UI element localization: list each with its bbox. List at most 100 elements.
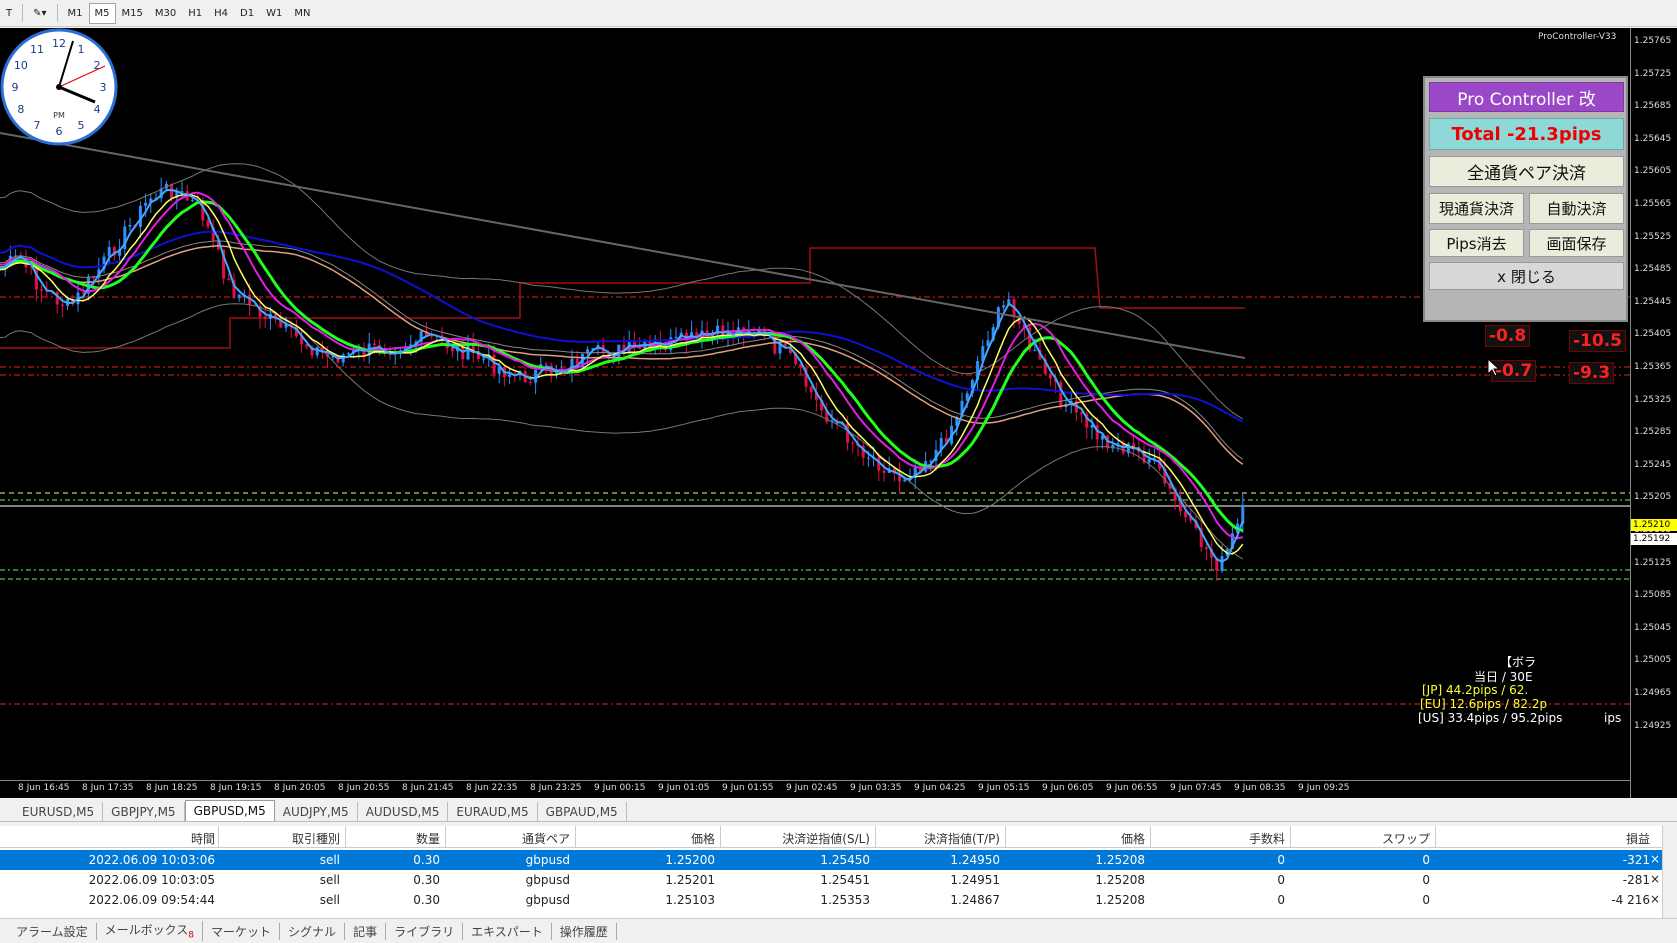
- table-cell: -281: [1622, 873, 1650, 887]
- terminal-tab-label: 記事: [353, 924, 378, 939]
- column-header[interactable]: 時間: [191, 830, 215, 847]
- column-separator[interactable]: [1435, 826, 1436, 848]
- clock-numeral: 1: [78, 43, 85, 56]
- price-tick-label: 1.25365: [1634, 362, 1672, 372]
- chart-tab-audusd-m5[interactable]: AUDUSD,M5: [358, 802, 449, 821]
- column-separator[interactable]: [445, 826, 446, 848]
- timeframe-m30-button[interactable]: M30: [149, 3, 182, 24]
- chart-tab-gbpjpy-m5[interactable]: GBPJPY,M5: [103, 802, 185, 821]
- terminal-tab-label: シグナル: [288, 924, 337, 939]
- terminal-tab[interactable]: 記事: [345, 922, 387, 940]
- timeframe-m15-button[interactable]: M15: [116, 3, 149, 24]
- terminal-tab[interactable]: ライブラリ: [386, 922, 464, 940]
- column-separator[interactable]: [1290, 826, 1291, 848]
- candle-body: [450, 348, 454, 352]
- table-header: 時間 取引種別 数量 通貨ペア 価格 決済逆指値(S/L) 決済指値(T/P) 価格 手数料 スワ…: [0, 826, 1662, 848]
- close-current-pair-button[interactable]: 現通貨決済: [1429, 193, 1524, 224]
- table-row[interactable]: 2022.06.09 10:03:06 sell 0.30 gbpusd 1.25200…: [0, 850, 1662, 870]
- column-header[interactable]: 損益: [1626, 830, 1650, 847]
- clock-numeral: 12: [52, 37, 66, 50]
- ma-blue-line: [0, 230, 1244, 423]
- column-header[interactable]: 決済指値(T/P): [924, 830, 1000, 847]
- time-tick-label: 8 Jun 17:35: [82, 783, 134, 793]
- close-panel-button[interactable]: x 閉じる: [1429, 262, 1624, 290]
- chart-tab-euraud-m5[interactable]: EURAUD,M5: [448, 802, 538, 821]
- clear-pips-button[interactable]: Pips消去: [1429, 229, 1524, 257]
- close-position-icon[interactable]: ×: [1650, 852, 1660, 866]
- column-separator[interactable]: [345, 826, 346, 848]
- chart-tabs: EURUSD,M5 GBPJPY,M5 GBPUSD,M5 AUDJPY,M5 AUDU…: [0, 800, 1677, 822]
- close-position-icon[interactable]: ×: [1650, 872, 1660, 886]
- clock-numeral: 7: [34, 119, 41, 132]
- clock-numeral: 4: [94, 103, 101, 116]
- timeframe-d1-button[interactable]: D1: [234, 3, 260, 24]
- candle-body: [528, 381, 532, 383]
- price-tick-label: 1.25725: [1634, 68, 1672, 79]
- timeframe-h1-button[interactable]: H1: [182, 3, 208, 24]
- clock-numeral: 9: [12, 81, 19, 94]
- table-cell: 0: [1277, 893, 1285, 907]
- column-header[interactable]: 通貨ペア: [522, 830, 570, 847]
- column-header[interactable]: 決済逆指値(S/L): [782, 830, 870, 847]
- table-cell: 1.25103: [665, 893, 715, 907]
- terminal-tab-label: メールボックス: [104, 923, 189, 938]
- column-header[interactable]: 手数料: [1249, 830, 1285, 847]
- terminal-tab[interactable]: シグナル: [280, 922, 346, 940]
- mouse-cursor-icon: [1487, 358, 1501, 377]
- screen-save-button[interactable]: 画面保存: [1529, 229, 1624, 257]
- terminal-tab[interactable]: 操作履歴: [552, 922, 617, 940]
- chart-tab-gbpusd-m5[interactable]: GBPUSD,M5: [184, 800, 275, 821]
- table-cell: 0.30: [413, 873, 440, 887]
- terminal-tab[interactable]: アラーム設定: [8, 922, 97, 940]
- terminal-tab[interactable]: メールボックス8: [97, 921, 204, 941]
- table-cell: 2022.06.09 09:54:44: [88, 893, 215, 907]
- table-row[interactable]: 2022.06.09 09:54:44 sell 0.30 gbpusd 1.25103…: [0, 890, 1662, 910]
- session-us-tail: ips: [1604, 711, 1622, 725]
- terminal-tab[interactable]: マーケット: [203, 922, 281, 940]
- timeframe-h4-button[interactable]: H4: [208, 3, 234, 24]
- table-cell: 1.25208: [1095, 873, 1145, 887]
- close-position-icon[interactable]: ×: [1650, 892, 1660, 906]
- table-scrollbar[interactable]: [1662, 826, 1677, 918]
- table-cell: 0: [1422, 873, 1430, 887]
- candle-body: [882, 470, 886, 473]
- column-header[interactable]: 価格: [1121, 830, 1145, 847]
- table-row[interactable]: 2022.06.09 10:03:05 sell 0.30 gbpusd 1.25201…: [0, 870, 1662, 890]
- time-tick-label: 8 Jun 21:45: [402, 783, 454, 793]
- candle-body: [107, 247, 111, 257]
- column-header[interactable]: 価格: [691, 830, 715, 847]
- drawing-tools-icon[interactable]: ✎▾: [27, 3, 52, 24]
- text-tool-icon[interactable]: T: [0, 3, 18, 24]
- candle-body: [508, 374, 512, 377]
- column-separator[interactable]: [720, 826, 721, 848]
- column-separator[interactable]: [1005, 826, 1006, 848]
- time-tick-label: 9 Jun 00:15: [594, 783, 646, 793]
- price-tick-label: 1.25045: [1634, 622, 1672, 633]
- timeframe-m5-button[interactable]: M5: [88, 2, 116, 24]
- table-cell: 1.25201: [665, 873, 715, 887]
- chart-tab-eurusd-m5[interactable]: EURUSD,M5: [14, 802, 104, 821]
- session-eu: [EU] 12.6pips / 82.2p: [1420, 697, 1548, 711]
- close-all-pairs-button[interactable]: 全通貨ペア決済: [1429, 156, 1624, 187]
- column-header[interactable]: スワップ: [1382, 830, 1430, 847]
- auto-close-button[interactable]: 自動決済: [1529, 193, 1624, 224]
- column-separator[interactable]: [1150, 826, 1151, 848]
- chart-tab-gbpaud-m5[interactable]: GBPAUD,M5: [538, 802, 627, 821]
- table-cell: sell: [319, 873, 340, 887]
- column-separator[interactable]: [218, 826, 219, 848]
- column-header[interactable]: 数量: [416, 830, 440, 847]
- price-chart[interactable]: 1.25765 1.25725 1.25685 1.25645 1.25605 1.255…: [0, 28, 1677, 798]
- chart-canvas[interactable]: [0, 28, 1630, 798]
- price-tick-label: 1.25685: [1634, 101, 1672, 112]
- timeframe-w1-button[interactable]: W1: [260, 3, 288, 24]
- timeframe-mn-button[interactable]: MN: [288, 3, 316, 24]
- chart-tab-audjpy-m5[interactable]: AUDJPY,M5: [275, 802, 358, 821]
- table-cell: 0: [1277, 873, 1285, 887]
- time-tick-label: 9 Jun 07:45: [1170, 783, 1222, 793]
- timeframe-m1-button[interactable]: M1: [62, 3, 89, 24]
- timeframe-list: M1 M5 M15 M30 H1 H4 D1 W1 MN: [62, 2, 317, 24]
- column-separator[interactable]: [575, 826, 576, 848]
- terminal-tab[interactable]: エキスパート: [463, 922, 552, 940]
- column-header[interactable]: 取引種別: [292, 830, 340, 847]
- column-separator[interactable]: [875, 826, 876, 848]
